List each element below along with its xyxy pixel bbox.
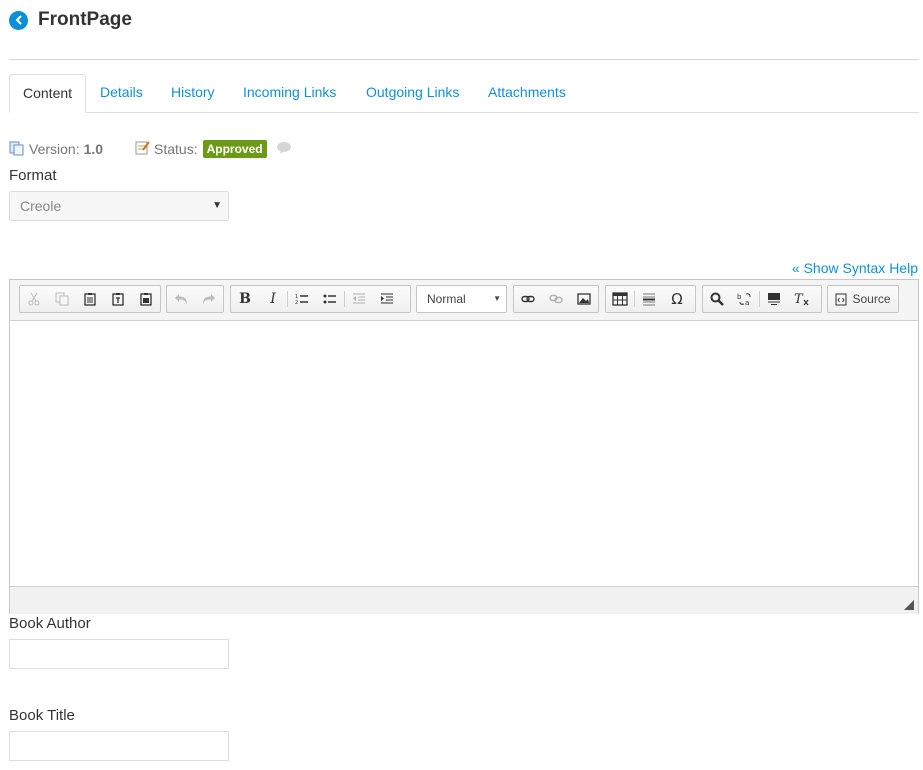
copy-button[interactable]	[48, 286, 76, 312]
editor-toolbar: B I 12 Normal ▼ Ω b a T Source	[10, 280, 918, 321]
resize-handle-icon[interactable]	[904, 600, 914, 610]
format-label: Format	[9, 167, 57, 184]
svg-text:a: a	[745, 299, 749, 306]
bulleted-list-icon	[323, 294, 336, 304]
editor-statusbar	[10, 586, 918, 614]
insert-group: Ω	[605, 285, 696, 313]
tab-bar: Content Details History Incoming Links O…	[9, 74, 919, 113]
tab-content[interactable]: Content	[9, 74, 87, 113]
bold-button[interactable]: B	[231, 286, 259, 312]
unlink-button[interactable]	[542, 286, 570, 312]
indent-icon	[381, 293, 393, 304]
special-char-icon: Ω	[671, 290, 683, 308]
status-group: Status: Approved	[135, 139, 292, 159]
links-group	[513, 285, 599, 313]
bulleted-list-button[interactable]	[316, 286, 344, 312]
undo-group	[166, 285, 224, 313]
book-author-input[interactable]	[10, 640, 228, 668]
tab-incoming-links[interactable]: Incoming Links	[230, 74, 349, 111]
version-value: 1.0	[83, 141, 104, 157]
copy-icon	[55, 292, 69, 306]
paste-word-icon	[140, 293, 152, 306]
status-icon	[135, 140, 150, 158]
tab-outgoing-links[interactable]: Outgoing Links	[353, 74, 472, 111]
book-title-field[interactable]	[9, 731, 229, 761]
page-title: FrontPage	[38, 9, 132, 30]
special-char-button[interactable]: Ω	[663, 286, 691, 312]
paste-icon	[84, 293, 96, 306]
cut-button[interactable]	[20, 286, 48, 312]
bold-icon: B	[239, 291, 251, 307]
book-title-label: Book Title	[9, 707, 75, 724]
caret-down-icon: ▼	[493, 294, 501, 303]
table-button[interactable]	[606, 286, 634, 312]
indent-button[interactable]	[373, 286, 401, 312]
select-all-button[interactable]	[760, 286, 788, 312]
outdent-button[interactable]	[345, 286, 373, 312]
outdent-icon	[353, 293, 365, 304]
book-author-label: Book Author	[9, 615, 91, 632]
replace-button[interactable]: ba	[731, 286, 759, 312]
clipboard-group	[19, 285, 161, 313]
format-select[interactable]: Creole ▼	[9, 191, 229, 221]
link-button[interactable]	[514, 286, 542, 312]
remove-format-icon: T	[794, 292, 809, 306]
tools-group: ba T	[702, 285, 822, 313]
page-header: FrontPage	[9, 6, 132, 34]
svg-text:b: b	[737, 293, 742, 301]
version-label: Version:	[29, 141, 80, 157]
source-button[interactable]: Source	[827, 285, 899, 313]
source-icon	[835, 293, 847, 305]
chevron-left-icon	[15, 15, 21, 25]
horizontal-line-button[interactable]	[635, 286, 663, 312]
cut-icon	[28, 292, 40, 306]
tab-history[interactable]: History	[158, 74, 228, 111]
paste-button[interactable]	[76, 286, 104, 312]
redo-button[interactable]	[195, 286, 223, 312]
paste-text-button[interactable]	[104, 286, 132, 312]
undo-button[interactable]	[167, 286, 195, 312]
redo-icon	[203, 294, 215, 304]
tab-details[interactable]: Details	[87, 74, 156, 111]
numbered-list-button[interactable]: 12	[288, 286, 316, 312]
source-label: Source	[852, 292, 891, 306]
undo-icon	[175, 294, 187, 304]
numbered-list-icon: 12	[295, 294, 308, 305]
select-all-icon	[768, 293, 780, 305]
editor-content-area[interactable]	[10, 321, 918, 586]
image-icon	[577, 293, 591, 305]
find-icon	[710, 292, 724, 306]
italic-icon: I	[270, 291, 276, 307]
paste-word-button[interactable]	[132, 286, 160, 312]
status-badge: Approved	[202, 140, 267, 158]
replace-icon: ba	[737, 293, 751, 306]
format-combo-value: Normal	[427, 292, 466, 306]
header-divider	[9, 59, 919, 60]
comment-icon[interactable]	[276, 141, 292, 158]
version-icon	[9, 140, 25, 159]
back-button[interactable]	[9, 10, 28, 30]
status-label: Status:	[154, 141, 198, 157]
book-title-input[interactable]	[10, 732, 228, 760]
caret-down-icon: ▼	[212, 200, 222, 211]
unlink-icon	[549, 294, 563, 304]
image-button[interactable]	[570, 286, 598, 312]
find-button[interactable]	[703, 286, 731, 312]
tab-attachments[interactable]: Attachments	[475, 74, 579, 111]
format-combo[interactable]: Normal ▼	[416, 285, 507, 313]
book-author-field[interactable]	[9, 639, 229, 669]
horizontal-line-icon	[643, 293, 655, 306]
page-meta: Version: 1.0 Status: Approved	[9, 139, 291, 159]
link-icon	[521, 295, 535, 303]
italic-button[interactable]: I	[259, 286, 287, 312]
show-syntax-help-link[interactable]: « Show Syntax Help	[792, 260, 918, 276]
svg-text:T: T	[794, 292, 804, 306]
format-select-value: Creole	[20, 198, 62, 214]
table-icon	[612, 292, 628, 306]
remove-format-button[interactable]: T	[788, 286, 816, 312]
svg-text:2: 2	[295, 300, 298, 305]
rich-text-editor: B I 12 Normal ▼ Ω b a T Source	[9, 279, 919, 614]
basic-styles-group: B I 12	[230, 285, 411, 313]
paste-text-icon	[112, 293, 124, 306]
